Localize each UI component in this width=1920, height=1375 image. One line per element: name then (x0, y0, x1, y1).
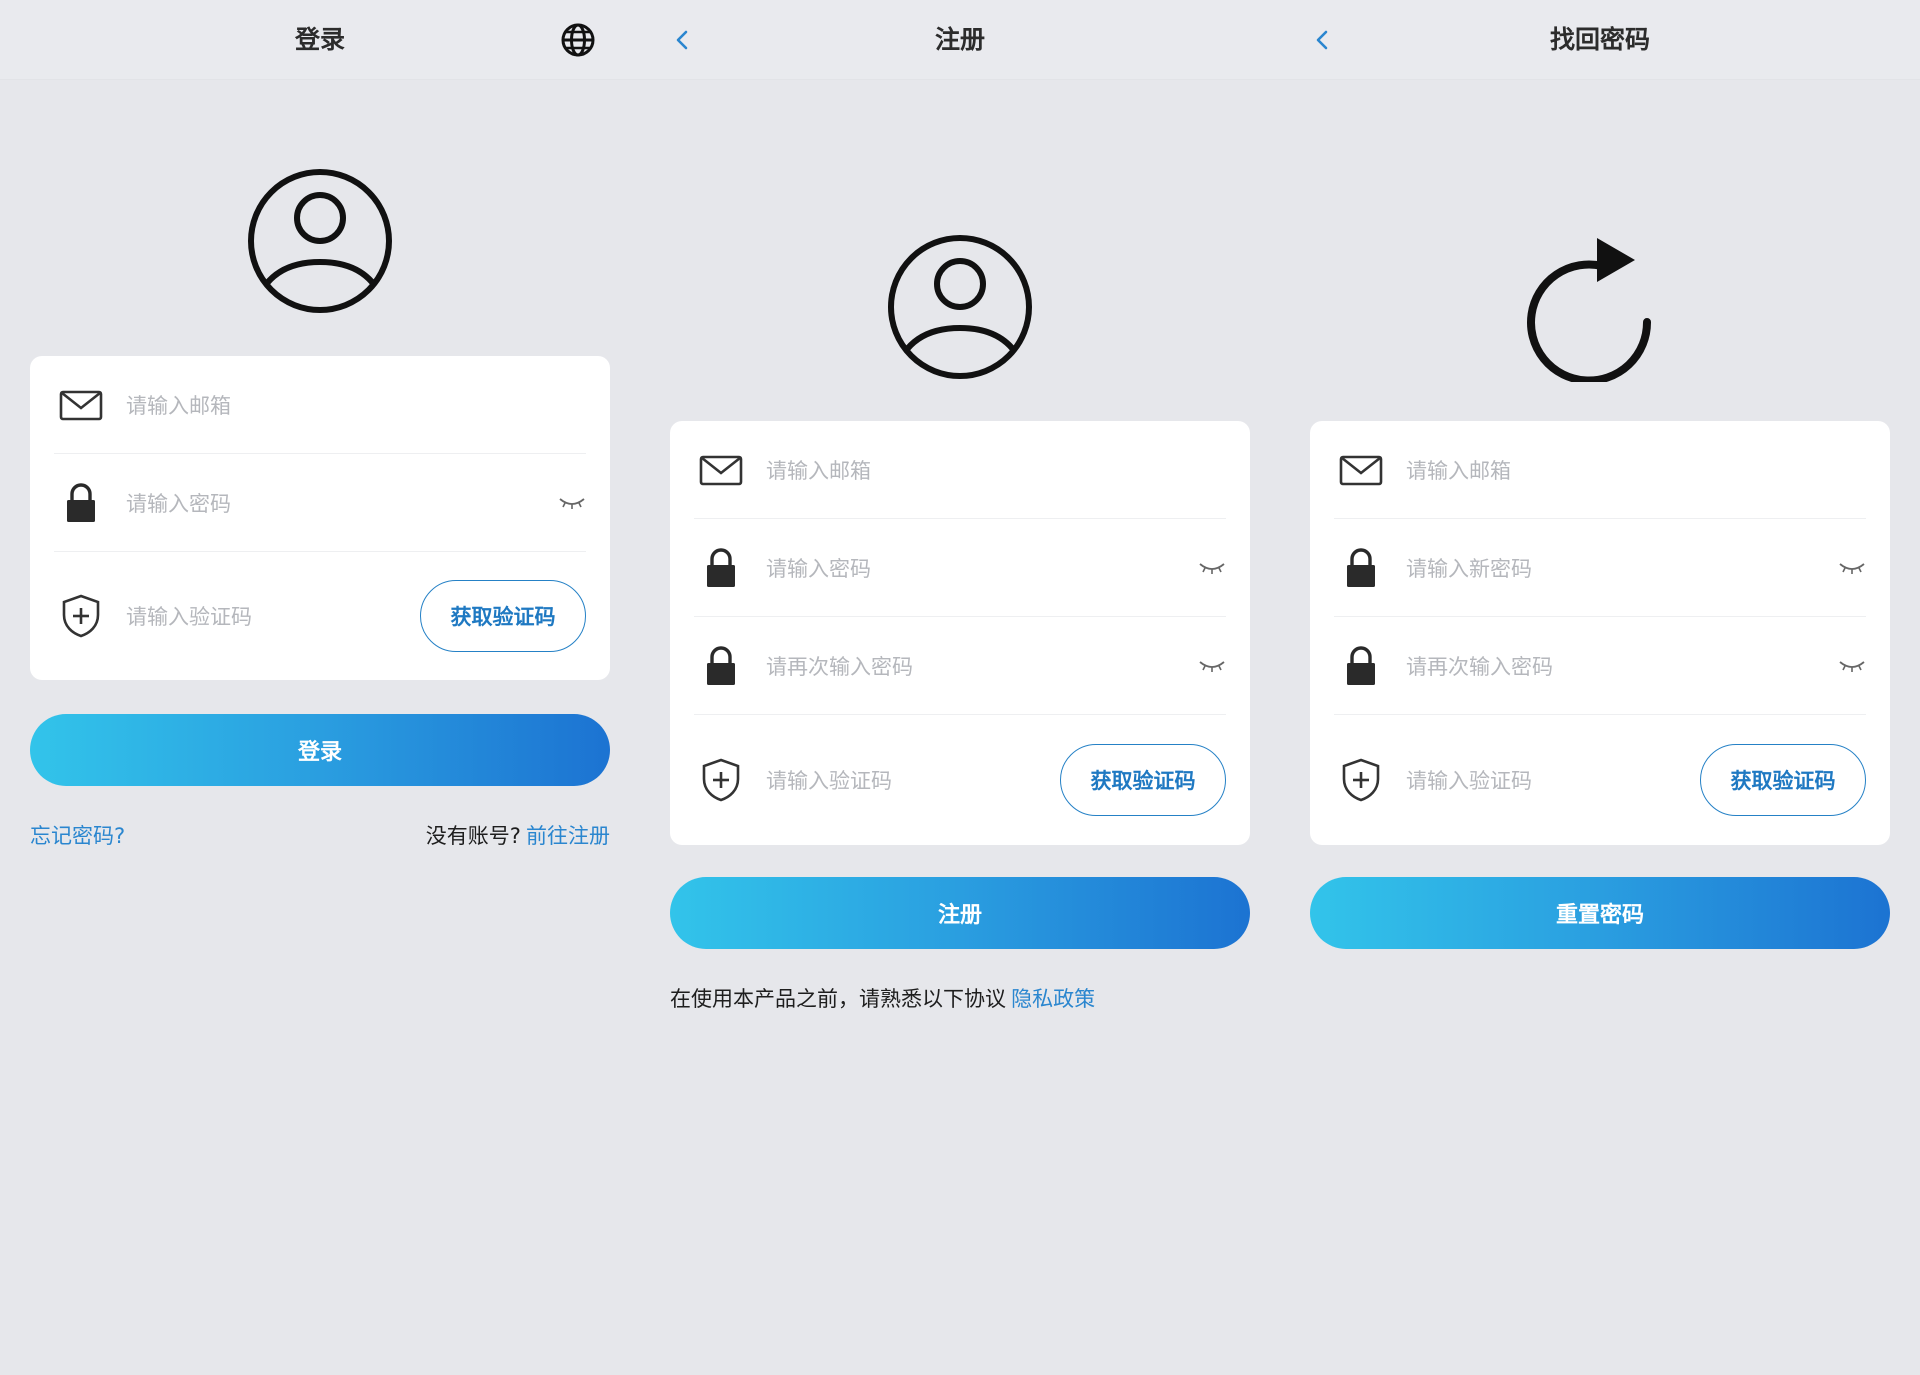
register-panel: 注册 请输入邮箱 请输入密码 请再次输入密码 请输入验证码 获取验证码 注册 在… (640, 0, 1280, 1375)
email-field[interactable]: 请输入邮箱 (1406, 455, 1511, 485)
user-avatar-icon (888, 235, 1032, 379)
password-row[interactable]: 请输入密码 (54, 454, 586, 552)
password-field[interactable]: 请输入密码 (766, 553, 871, 583)
code-field[interactable]: 请输入验证码 (766, 765, 892, 795)
go-register-link[interactable]: 前往注册 (526, 824, 610, 848)
get-code-button[interactable]: 获取验证码 (1060, 744, 1226, 816)
eye-closed-icon[interactable] (1198, 560, 1226, 576)
code-row[interactable]: 请输入验证码 获取验证码 (1334, 715, 1866, 845)
register-button[interactable]: 注册 (670, 877, 1250, 949)
shield-plus-icon (702, 758, 740, 802)
refresh-icon (1527, 238, 1652, 382)
page-title: 找回密码 (1549, 25, 1650, 54)
shield-plus-icon (62, 594, 100, 638)
eye-closed-icon[interactable] (558, 495, 586, 511)
lock-icon (707, 645, 735, 685)
page-title: 登录 (294, 25, 345, 54)
forgot-password-link[interactable]: 忘记密码? (30, 820, 125, 850)
email-row[interactable]: 请输入邮箱 (694, 421, 1226, 519)
get-code-button[interactable]: 获取验证码 (1700, 744, 1866, 816)
eye-closed-icon[interactable] (1838, 658, 1866, 674)
code-field[interactable]: 请输入验证码 (1406, 765, 1532, 795)
lock-icon (1347, 645, 1375, 685)
mail-icon (699, 455, 743, 485)
password-field[interactable]: 请输入密码 (126, 488, 231, 518)
confirm-password-field[interactable]: 请再次输入密码 (1406, 651, 1553, 681)
login-panel: 登录 请输入邮箱 请输入密码 请输入验证码 获取验证码 登录 忘记密码? 没有账… (0, 0, 640, 1375)
register-prompt: 没有账号? 前往注册 (426, 820, 610, 850)
new-password-field[interactable]: 请输入新密码 (1406, 553, 1532, 583)
agreement-line: 在使用本产品之前，请熟悉以下协议 隐私政策 (670, 983, 1095, 1013)
confirm-password-row[interactable]: 请再次输入密码 (694, 617, 1226, 715)
mail-icon (1339, 455, 1383, 485)
lock-icon (707, 547, 735, 587)
code-field[interactable]: 请输入验证码 (126, 601, 252, 631)
email-field[interactable]: 请输入邮箱 (766, 455, 871, 485)
confirm-password-row[interactable]: 请再次输入密码 (1334, 617, 1866, 715)
eye-closed-icon[interactable] (1838, 560, 1866, 576)
lock-icon (1347, 547, 1375, 587)
user-avatar-icon (248, 169, 392, 313)
shield-plus-icon (1342, 758, 1380, 802)
login-form-card: 请输入邮箱 请输入密码 请输入验证码 获取验证码 (30, 356, 610, 680)
confirm-password-field[interactable]: 请再次输入密码 (766, 651, 913, 681)
globe-icon[interactable] (560, 22, 596, 58)
reset-panel: 找回密码 请输入邮箱 请输入新密码 请再次输入密码 请输入验证码 获取验证码 重… (1280, 0, 1920, 1375)
privacy-policy-link[interactable]: 隐私政策 (1011, 987, 1095, 1011)
eye-closed-icon[interactable] (1198, 658, 1226, 674)
login-button[interactable]: 登录 (30, 714, 610, 786)
reset-password-button[interactable]: 重置密码 (1310, 877, 1890, 949)
register-header: 注册 (640, 0, 1280, 80)
new-password-row[interactable]: 请输入新密码 (1334, 519, 1866, 617)
code-row[interactable]: 请输入验证码 获取验证码 (54, 552, 586, 680)
mail-icon (59, 390, 103, 420)
lock-icon (67, 482, 95, 522)
reset-form-card: 请输入邮箱 请输入新密码 请再次输入密码 请输入验证码 获取验证码 (1310, 421, 1890, 845)
password-row[interactable]: 请输入密码 (694, 519, 1226, 617)
register-form-card: 请输入邮箱 请输入密码 请再次输入密码 请输入验证码 获取验证码 (670, 421, 1250, 845)
get-code-button[interactable]: 获取验证码 (420, 580, 586, 652)
email-field[interactable]: 请输入邮箱 (126, 390, 231, 420)
reset-header: 找回密码 (1280, 0, 1920, 80)
agreement-text: 在使用本产品之前，请熟悉以下协议 (670, 987, 1006, 1011)
email-row[interactable]: 请输入邮箱 (1334, 421, 1866, 519)
no-account-text: 没有账号? (425, 824, 521, 848)
code-row[interactable]: 请输入验证码 获取验证码 (694, 715, 1226, 845)
page-title: 注册 (934, 25, 985, 54)
login-header: 登录 (0, 0, 640, 80)
email-row[interactable]: 请输入邮箱 (54, 356, 586, 454)
